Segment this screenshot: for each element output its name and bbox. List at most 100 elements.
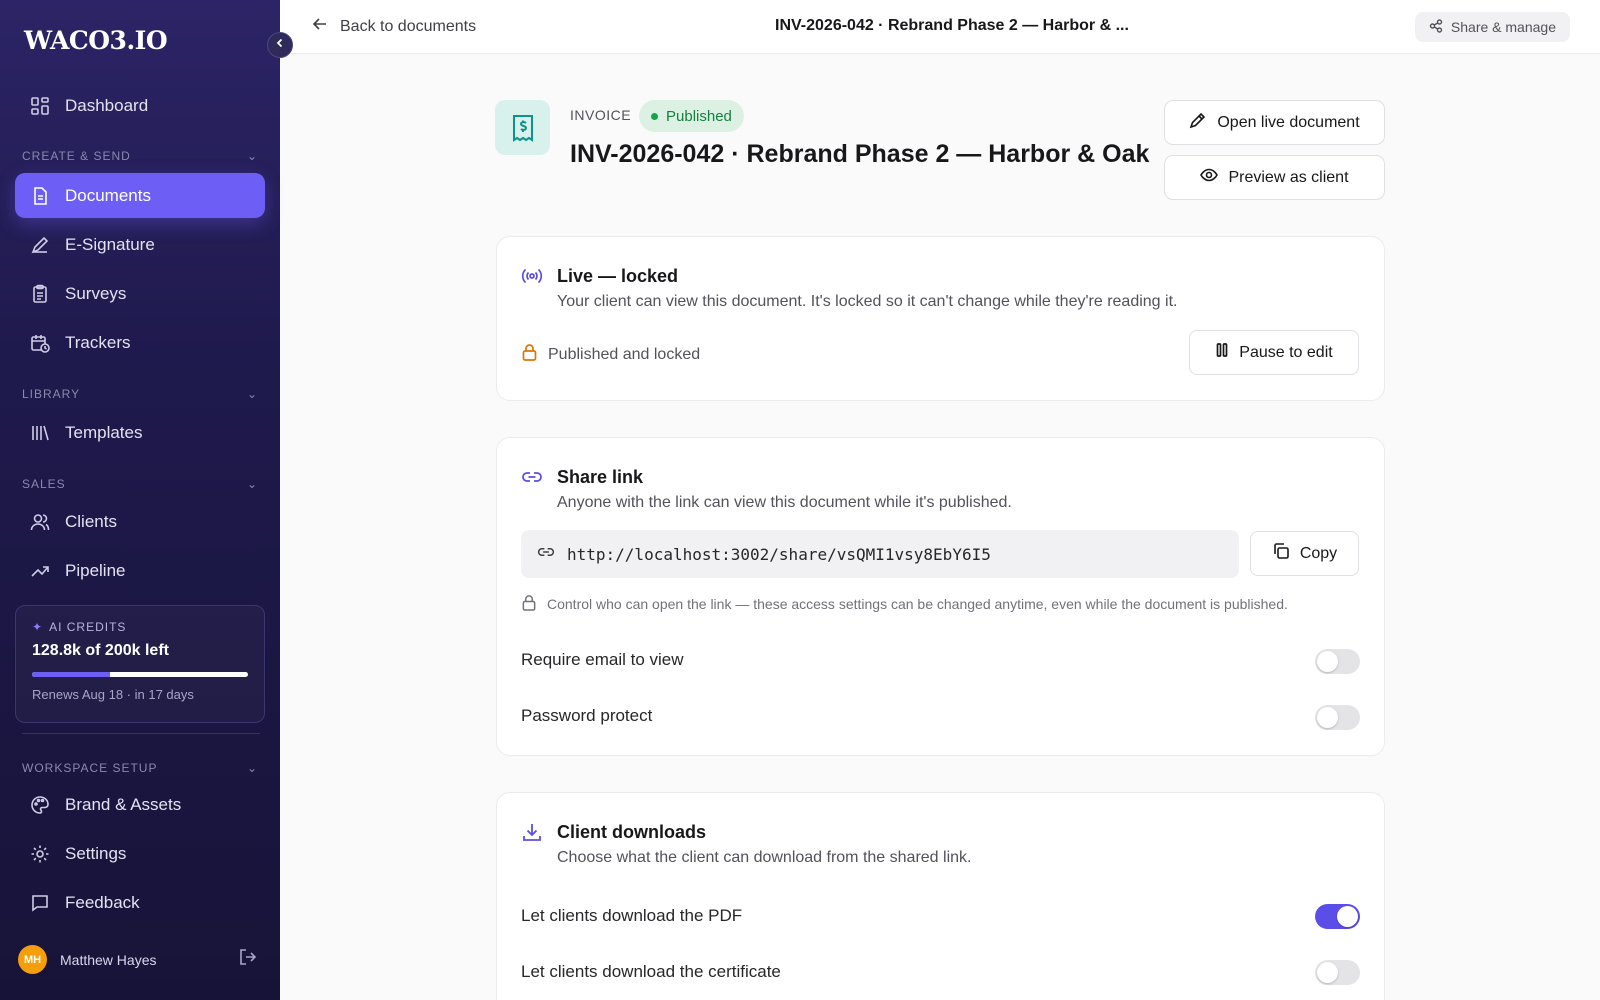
require-email-toggle[interactable] bbox=[1315, 649, 1360, 674]
palette-icon bbox=[29, 794, 51, 816]
credits-amount: 128.8k of 200k left bbox=[32, 642, 169, 659]
sidebar-item-label: Dashboard bbox=[65, 95, 149, 115]
share-link-card: Share link Anyone with the link can view… bbox=[496, 437, 1385, 756]
downloads-card-title: Client downloads bbox=[557, 822, 707, 842]
sidebar-item-feedback[interactable]: Feedback bbox=[15, 880, 265, 925]
pencil-icon bbox=[1189, 111, 1207, 134]
client-downloads-card: Client downloads Choose what the client … bbox=[496, 792, 1385, 1000]
section-sales[interactable]: SALES ⌄ bbox=[22, 477, 258, 491]
toggle-knob bbox=[1317, 962, 1338, 983]
page-title: INV-2026-042 · Rebrand Phase 2 — Harbor … bbox=[775, 17, 1129, 34]
link-icon bbox=[537, 543, 555, 566]
user-profile[interactable]: MH Matthew Hayes bbox=[18, 945, 258, 974]
share-icon bbox=[1429, 18, 1443, 36]
status-dot-icon bbox=[651, 112, 658, 120]
sidebar-item-label: Brand & Assets bbox=[65, 794, 182, 814]
sidebar-item-label: E-Signature bbox=[65, 234, 155, 254]
live-card-title: Live — locked bbox=[557, 266, 679, 286]
arrow-left-icon bbox=[312, 16, 328, 37]
copy-icon bbox=[1272, 542, 1290, 565]
access-note-text: Control who can open the link — these ac… bbox=[547, 596, 1288, 612]
avatar: MH bbox=[18, 945, 47, 974]
sidebar-divider bbox=[22, 733, 260, 734]
collapse-sidebar-button[interactable] bbox=[267, 32, 293, 58]
lock-icon bbox=[521, 343, 538, 366]
sidebar-item-clients[interactable]: Clients bbox=[15, 499, 265, 544]
share-card-title: Share link bbox=[557, 467, 644, 487]
sidebar-item-label: Documents bbox=[65, 185, 151, 205]
pen-icon bbox=[29, 234, 51, 256]
share-url: http://localhost:3002/share/vsQMI1vsy8Eb… bbox=[567, 544, 991, 564]
chevron-down-icon: ⌄ bbox=[246, 149, 258, 163]
sidebar-item-pipeline[interactable]: Pipeline bbox=[15, 548, 265, 593]
document-type-label: INVOICE bbox=[570, 107, 632, 123]
calendar-clock-icon bbox=[29, 332, 51, 354]
preview-as-client-button[interactable]: Preview as client bbox=[1164, 155, 1385, 200]
require-email-label: Require email to view bbox=[521, 650, 684, 669]
sidebar-item-label: Settings bbox=[65, 843, 127, 863]
sidebar-item-settings[interactable]: Settings bbox=[15, 831, 265, 876]
toggle-knob bbox=[1337, 906, 1358, 927]
credits-renew-text: Renews Aug 18 · in 17 days bbox=[32, 687, 194, 702]
users-icon bbox=[29, 511, 51, 533]
sidebar-item-label: Feedback bbox=[65, 892, 140, 912]
pause-icon bbox=[1215, 342, 1229, 363]
chevron-down-icon: ⌄ bbox=[246, 387, 258, 401]
sidebar-item-label: Surveys bbox=[65, 283, 127, 303]
credits-progress-fill bbox=[32, 672, 110, 677]
sidebar-item-label: Pipeline bbox=[65, 560, 126, 580]
broadcast-icon bbox=[521, 265, 543, 287]
lock-status-label: Published and locked bbox=[548, 345, 701, 363]
download-certificate-label: Let clients download the certificate bbox=[521, 962, 781, 981]
sidebar-item-trackers[interactable]: Trackers bbox=[15, 320, 265, 365]
access-settings-note: Control who can open the link — these ac… bbox=[521, 594, 1288, 614]
sidebar-item-documents[interactable]: Documents bbox=[15, 173, 265, 218]
download-icon bbox=[521, 821, 543, 843]
copy-label: Copy bbox=[1299, 544, 1338, 562]
open-live-document-button[interactable]: Open live document bbox=[1164, 100, 1385, 145]
invoice-icon bbox=[495, 100, 550, 155]
logout-icon[interactable] bbox=[238, 947, 258, 972]
section-library[interactable]: LIBRARY ⌄ bbox=[22, 387, 258, 401]
section-create-send[interactable]: CREATE & SEND ⌄ bbox=[22, 149, 258, 163]
pause-to-edit-button[interactable]: Pause to edit bbox=[1189, 330, 1359, 375]
sidebar-item-label: Trackers bbox=[65, 332, 131, 352]
share-manage-label: Share & manage bbox=[1450, 19, 1556, 35]
sidebar-item-dashboard[interactable]: Dashboard bbox=[15, 83, 265, 128]
copy-link-button[interactable]: Copy bbox=[1250, 531, 1359, 576]
live-locked-card: Live — locked Your client can view this … bbox=[496, 236, 1385, 401]
share-manage-button[interactable]: Share & manage bbox=[1414, 12, 1570, 42]
eye-icon bbox=[1200, 166, 1219, 189]
trending-up-icon bbox=[29, 560, 51, 582]
credits-label: AI CREDITS bbox=[49, 620, 127, 634]
sidebar-item-brand-assets[interactable]: Brand & Assets bbox=[15, 782, 265, 827]
sidebar: WACO3.IO Dashboard CREATE & SEND ⌄ Docum… bbox=[0, 0, 280, 1000]
credits-progress-bar bbox=[32, 672, 248, 677]
preview-label: Preview as client bbox=[1228, 168, 1349, 186]
lock-status: Published and locked bbox=[521, 343, 700, 366]
share-url-field[interactable]: http://localhost:3002/share/vsQMI1vsy8Eb… bbox=[521, 530, 1239, 578]
section-workspace-setup[interactable]: WORKSPACE SETUP ⌄ bbox=[22, 761, 258, 775]
lock-icon bbox=[521, 594, 537, 614]
download-certificate-toggle[interactable] bbox=[1315, 960, 1360, 985]
pause-label: Pause to edit bbox=[1239, 343, 1333, 361]
status-label: Published bbox=[666, 107, 732, 125]
app-logo[interactable]: WACO3.IO bbox=[24, 26, 168, 55]
message-square-icon bbox=[29, 892, 51, 914]
downloads-card-subtitle: Choose what the client can download from… bbox=[557, 849, 972, 866]
back-to-documents-link[interactable]: Back to documents bbox=[312, 16, 476, 37]
password-protect-toggle[interactable] bbox=[1315, 705, 1360, 730]
top-bar: Back to documents INV-2026-042 · Rebrand… bbox=[280, 0, 1600, 54]
link-icon bbox=[521, 466, 543, 488]
back-label: Back to documents bbox=[340, 17, 477, 35]
dashboard-icon bbox=[29, 95, 51, 117]
toggle-knob bbox=[1317, 651, 1338, 672]
download-pdf-toggle[interactable] bbox=[1315, 904, 1360, 929]
download-pdf-label: Let clients download the PDF bbox=[521, 906, 743, 925]
sidebar-item-surveys[interactable]: Surveys bbox=[15, 271, 265, 316]
sidebar-item-templates[interactable]: Templates bbox=[15, 410, 265, 455]
document-icon bbox=[29, 185, 51, 207]
sidebar-item-esignature[interactable]: E-Signature bbox=[15, 222, 265, 267]
chevron-left-icon bbox=[274, 36, 286, 54]
sparkle-icon: ✦ bbox=[32, 620, 44, 634]
